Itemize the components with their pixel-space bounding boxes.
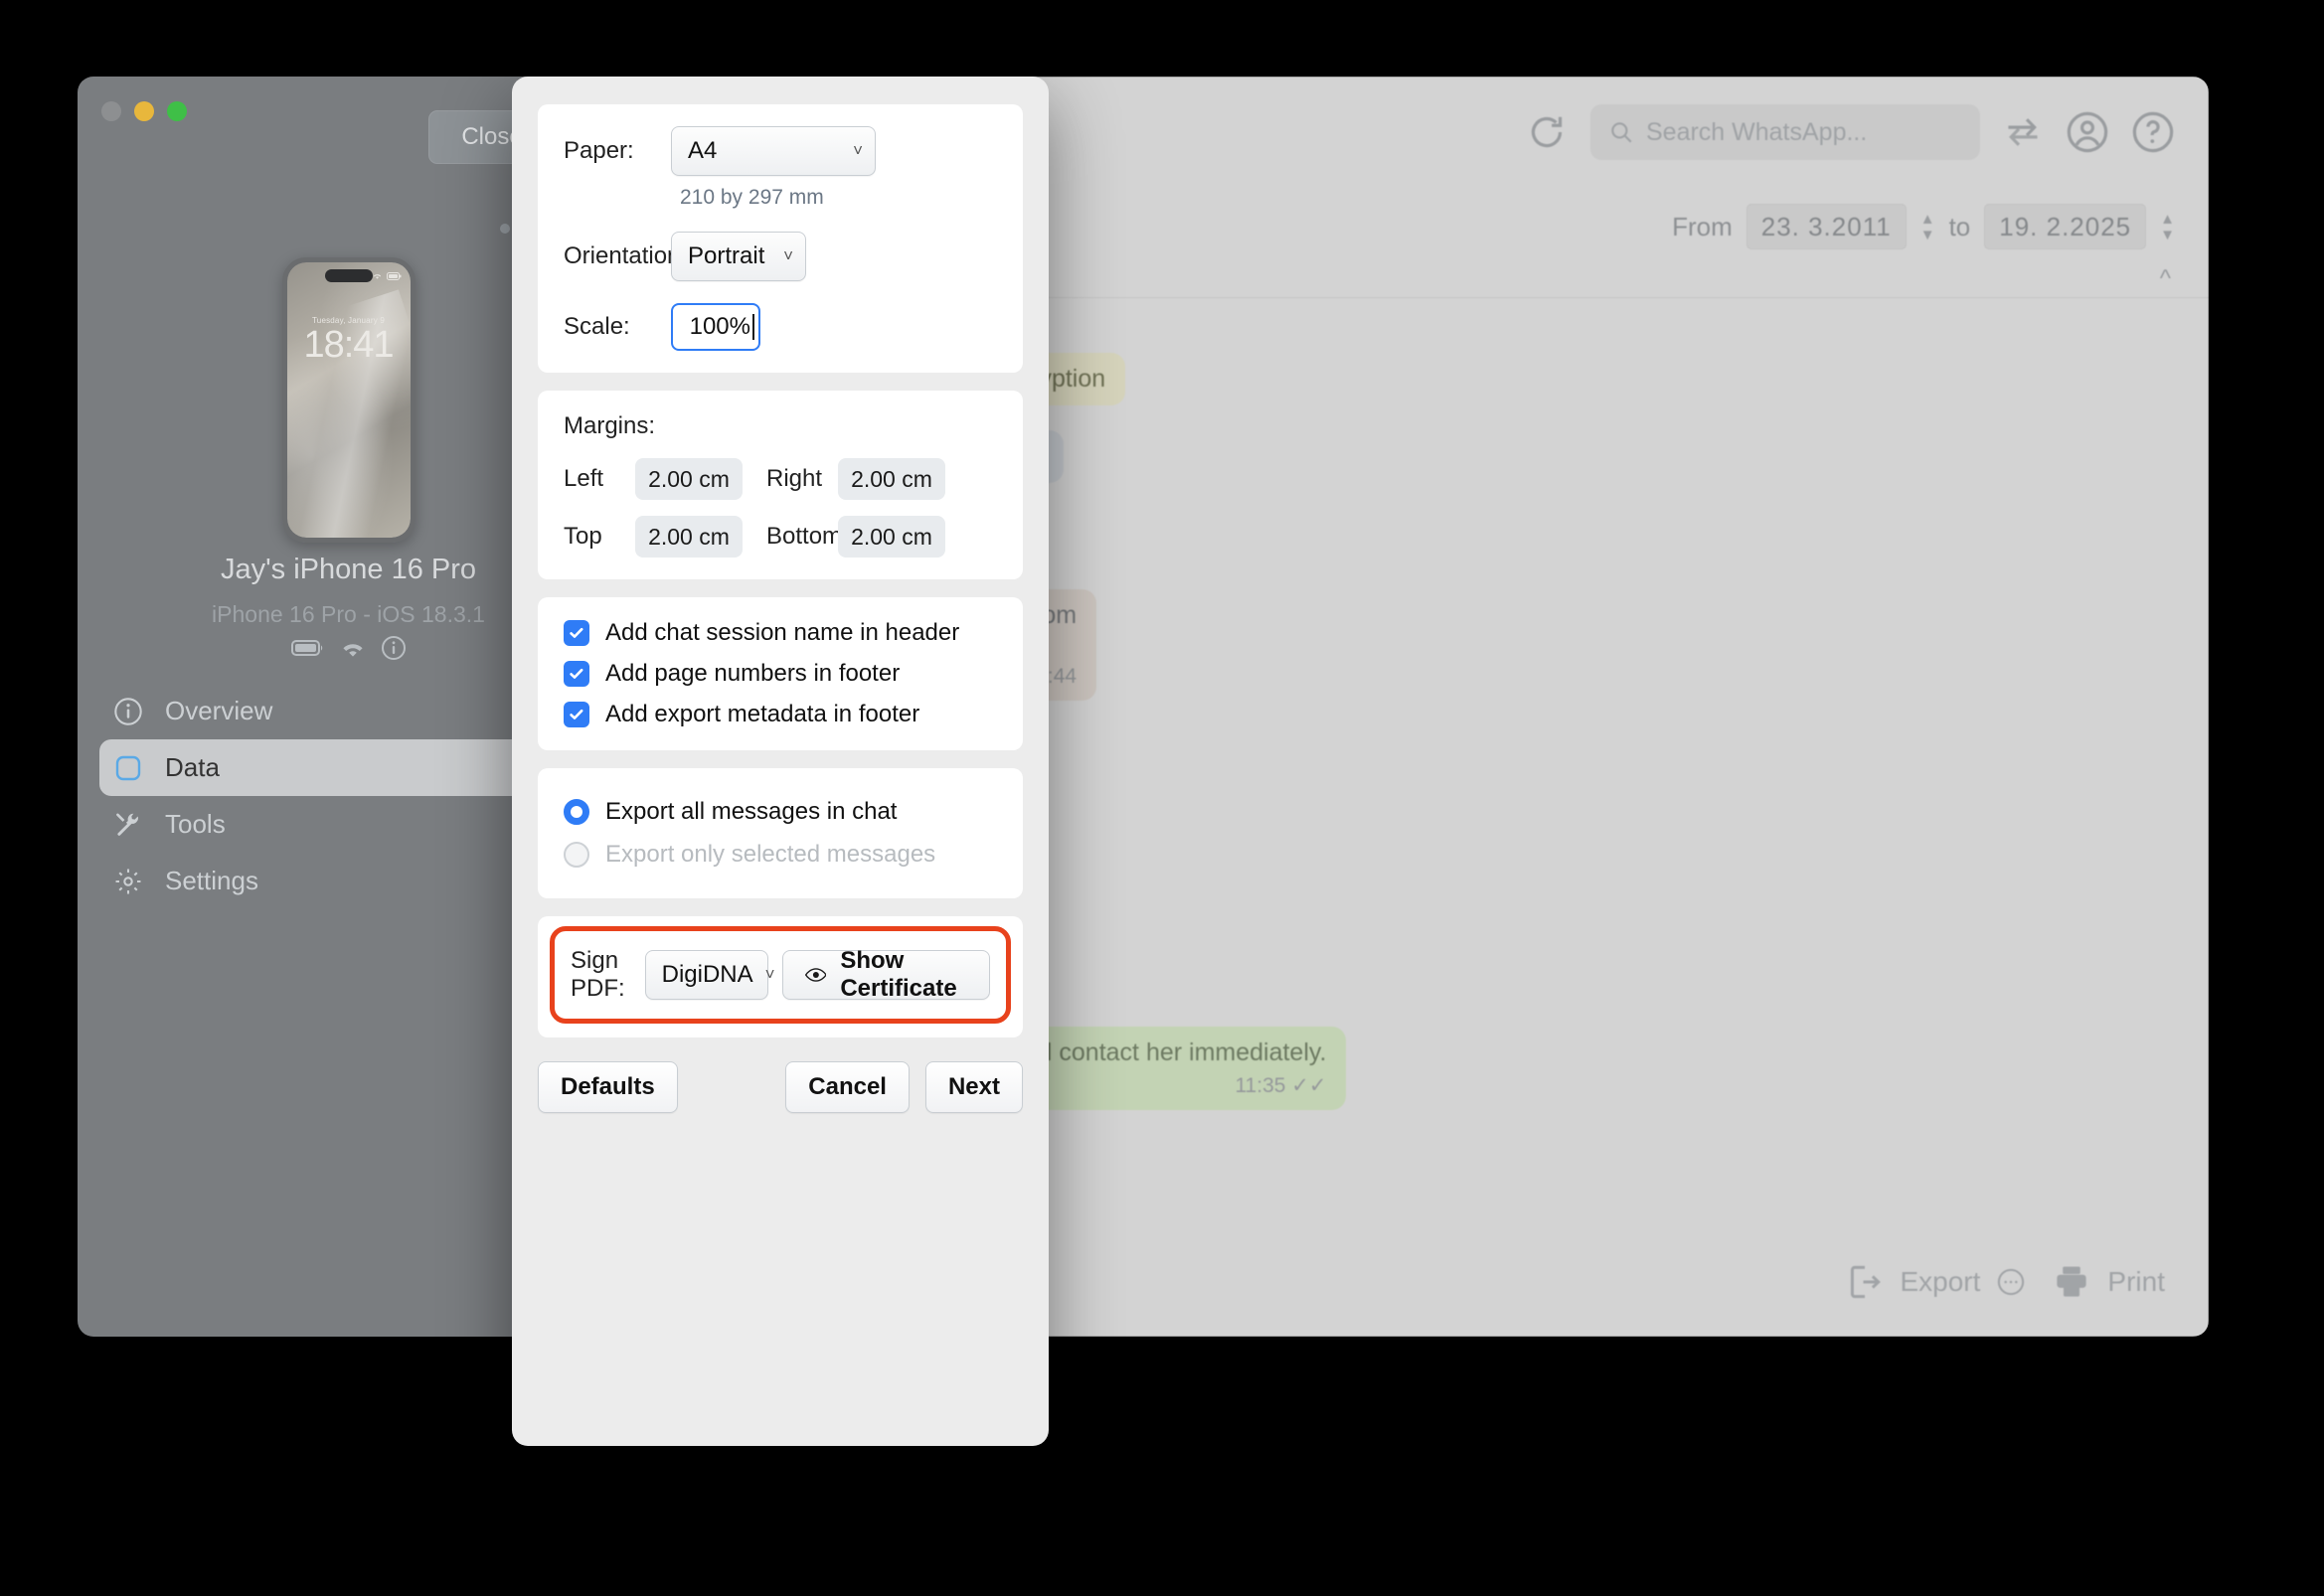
sign-pdf-card: Sign PDF: DigiDNA ˅ Show Certificate [538,916,1023,1037]
radio-export-all[interactable]: Export all messages in chat [564,798,997,826]
orientation-label: Orientation: [564,242,688,269]
message-scope-card: Export all messages in chat Export only … [538,768,1023,898]
margin-top-label: Top [564,523,602,550]
margins-card: Margins: Left 2.00 cm Right 2.00 cm Top … [538,391,1023,579]
eye-icon [804,968,827,982]
paper-row: Paper: A4 ˅ [564,126,997,176]
paper-select[interactable]: A4 ˅ [671,126,876,176]
radio-selected-icon [564,799,589,825]
scale-value: 100% [689,313,750,340]
dialog-footer: Defaults Cancel Next [538,1055,1023,1113]
margin-bottom-label: Bottom [766,523,843,550]
radio-unselected-icon [564,842,589,868]
show-certificate-label: Show Certificate [840,947,957,1002]
checkbox-checked-icon [564,702,589,727]
checkbox-chat-session-name[interactable]: Add chat session name in header [564,619,997,647]
checkbox-checked-icon [564,661,589,687]
margin-left-input[interactable]: 2.00 cm [635,458,743,500]
sign-pdf-value: DigiDNA [661,961,753,988]
sign-pdf-label: Sign PDF: [571,947,625,1002]
show-certificate-button[interactable]: Show Certificate [781,947,990,1002]
header-footer-options-card: Add chat session name in header Add page… [538,597,1023,750]
chevron-down-icon: ˅ [853,141,863,160]
next-button[interactable]: Next [924,1061,1023,1113]
radio-export-selected: Export only selected messages [564,841,997,869]
paper-size-note: 210 by 297 mm [680,186,824,209]
margin-bottom-input[interactable]: 2.00 cm [838,516,945,558]
margin-top-input[interactable]: 2.00 cm [635,516,743,558]
page-setup-card: Paper: A4 ˅ 210 by 297 mm Orientation: P… [538,104,1023,373]
defaults-button[interactable]: Defaults [538,1061,678,1113]
scale-label: Scale: [564,313,630,340]
margins-grid: Left 2.00 cm Right 2.00 cm Top 2.00 cm B… [564,458,997,558]
print-settings-dialog: Paper: A4 ˅ 210 by 297 mm Orientation: P… [512,77,1049,1446]
checkbox-label: Add chat session name in header [605,619,960,646]
checkbox-label: Add page numbers in footer [605,660,901,687]
checkbox-label: Add export metadata in footer [605,701,920,727]
chevron-down-icon: ˅ [783,246,793,265]
checkbox-page-numbers[interactable]: Add page numbers in footer [564,660,997,688]
paper-label: Paper: [564,137,634,164]
margin-left-label: Left [564,465,604,492]
margins-title: Margins: [564,412,656,439]
paper-value: A4 [688,137,718,164]
margin-right-input[interactable]: 2.00 cm [838,458,945,500]
sign-pdf-select[interactable]: DigiDNA ˅ [644,950,775,1000]
chevron-down-icon: ˅ [764,965,775,984]
text-caret [752,314,754,340]
orientation-row: Orientation: Portrait ˅ [564,232,997,281]
sign-pdf-highlight: Sign PDF: DigiDNA ˅ Show Certificate [550,926,1011,1024]
cancel-button[interactable]: Cancel [785,1061,910,1113]
checkbox-export-metadata[interactable]: Add export metadata in footer [564,701,997,728]
modal-scrim [0,0,2324,1596]
scale-row: Scale: 100% [564,303,997,351]
scale-input[interactable]: 100% [671,303,760,351]
orientation-select[interactable]: Portrait ˅ [671,232,806,281]
orientation-value: Portrait [688,242,765,269]
radio-label: Export all messages in chat [605,798,898,825]
checkbox-checked-icon [564,620,589,646]
radio-label: Export only selected messages [605,841,936,868]
margin-right-label: Right [766,465,823,492]
